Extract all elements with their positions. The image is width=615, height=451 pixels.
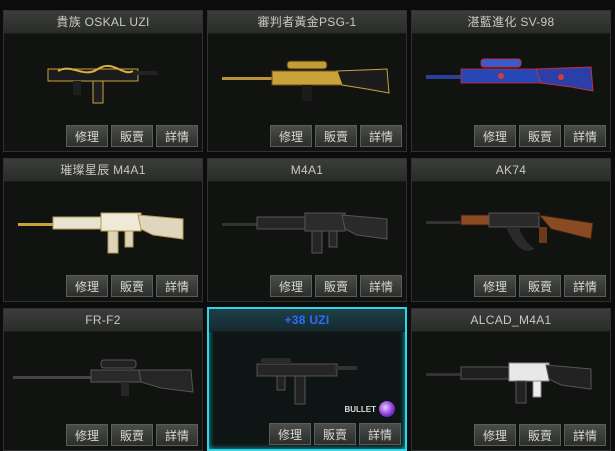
details-button[interactable]: 詳情 (359, 423, 401, 445)
weapon-title: 璀璨星辰 M4A1 (4, 159, 202, 182)
weapon-card[interactable]: AK74 修理 販賣 詳情 (411, 158, 611, 302)
sniper-rifle-icon (4, 333, 202, 422)
details-button[interactable]: 詳情 (156, 125, 198, 147)
repair-button[interactable]: 修理 (474, 125, 516, 147)
weapon-title: 湛藍進化 SV-98 (412, 11, 610, 34)
details-button[interactable]: 詳情 (360, 275, 402, 297)
weapon-card[interactable]: 璀璨星辰 M4A1 修理 販賣 詳情 (3, 158, 203, 302)
weapon-card[interactable]: M4A1 修理 販賣 詳情 (207, 158, 407, 302)
sell-button[interactable]: 販賣 (314, 423, 356, 445)
sell-button[interactable]: 販賣 (111, 275, 153, 297)
repair-button[interactable]: 修理 (270, 275, 312, 297)
details-button[interactable]: 詳情 (156, 424, 198, 446)
weapon-card[interactable]: ALCAD_M4A1 修理 販賣 詳情 (411, 308, 611, 451)
bullet-label: BULLET (344, 404, 376, 414)
bullet-badge: BULLET (344, 401, 395, 417)
sell-button[interactable]: 販賣 (111, 424, 153, 446)
repair-button[interactable]: 修理 (66, 125, 108, 147)
weapon-card-selected[interactable]: +38 UZI BULLET 修理 販賣 詳情 (207, 307, 407, 451)
rifle-icon (208, 183, 406, 273)
repair-button[interactable]: 修理 (270, 125, 312, 147)
weapon-title: AK74 (412, 159, 610, 182)
details-button[interactable]: 詳情 (564, 424, 606, 446)
weapon-inventory-grid: 貴族 OSKAL UZI 修理 販賣 詳情 審判者黃金PSG-1 修理 販賣 詳… (0, 0, 615, 451)
weapon-title: M4A1 (208, 159, 406, 182)
details-button[interactable]: 詳情 (564, 125, 606, 147)
weapon-title: 貴族 OSKAL UZI (4, 11, 202, 34)
weapon-title: 審判者黃金PSG-1 (208, 11, 406, 34)
white-rifle-icon (412, 333, 610, 422)
weapon-title: ALCAD_M4A1 (412, 309, 610, 332)
repair-button[interactable]: 修理 (474, 424, 516, 446)
weapon-title: FR-F2 (4, 309, 202, 332)
blue-sniper-rifle-icon (412, 35, 610, 123)
details-button[interactable]: 詳情 (156, 275, 198, 297)
weapon-card[interactable]: 湛藍進化 SV-98 修理 販賣 詳情 (411, 10, 611, 152)
weapon-card[interactable]: 貴族 OSKAL UZI 修理 販賣 詳情 (3, 10, 203, 152)
repair-button[interactable]: 修理 (474, 275, 516, 297)
ak-rifle-icon (412, 183, 610, 273)
jeweled-rifle-icon (4, 183, 202, 273)
sell-button[interactable]: 販賣 (519, 125, 561, 147)
sell-button[interactable]: 販賣 (315, 275, 357, 297)
orb-icon (379, 401, 395, 417)
sell-button[interactable]: 販賣 (111, 125, 153, 147)
details-button[interactable]: 詳情 (564, 275, 606, 297)
weapon-card[interactable]: 審判者黃金PSG-1 修理 販賣 詳情 (207, 10, 407, 152)
details-button[interactable]: 詳情 (360, 125, 402, 147)
sell-button[interactable]: 販賣 (519, 424, 561, 446)
sell-button[interactable]: 販賣 (315, 125, 357, 147)
repair-button[interactable]: 修理 (66, 424, 108, 446)
repair-button[interactable]: 修理 (269, 423, 311, 445)
gold-sniper-rifle-icon (208, 35, 406, 123)
weapon-title: +38 UZI (209, 309, 405, 332)
gold-uzi-icon (4, 35, 202, 123)
repair-button[interactable]: 修理 (66, 275, 108, 297)
weapon-card[interactable]: FR-F2 修理 販賣 詳情 (3, 308, 203, 451)
sell-button[interactable]: 販賣 (519, 275, 561, 297)
